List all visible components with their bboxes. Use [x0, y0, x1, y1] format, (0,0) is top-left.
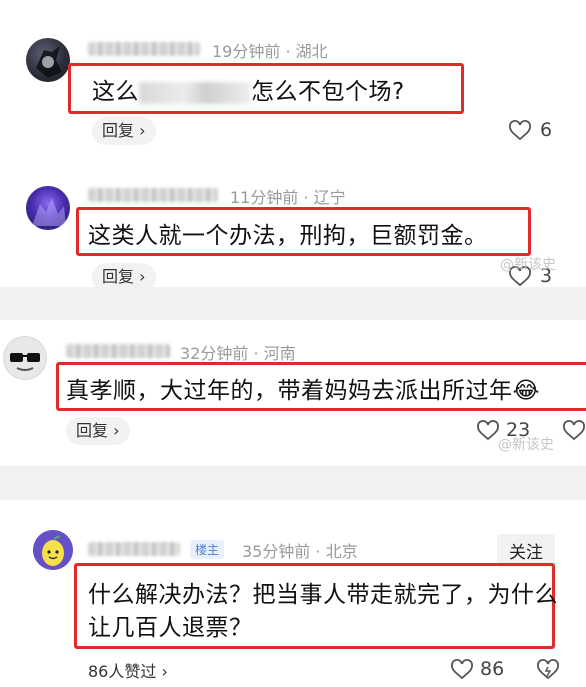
comment-text-line2: 让几百人退票？ — [88, 615, 253, 641]
location: 河南 — [263, 344, 296, 363]
dot-separator: · — [303, 188, 314, 207]
comment-meta: 32分钟前 · 河南 — [180, 340, 296, 364]
avatar[interactable] — [3, 336, 47, 380]
dislike-icon[interactable] — [562, 419, 586, 443]
heart-icon[interactable] — [450, 658, 474, 682]
comment-text-body: 真孝顺，大过年的，带着妈妈去派出所过年 — [66, 378, 513, 404]
comment-panel-top: 19分钟前 · 湖北 这么 怎么不包个场? 回复 › 6 11分钟前 · 辽宁 这… — [0, 0, 586, 287]
chevron-right-icon: › — [139, 267, 146, 286]
timestamp: 32分钟前 — [180, 344, 249, 363]
avatar[interactable] — [33, 530, 73, 570]
liked-by-label: 86人赞过 — [88, 662, 157, 681]
username-blurred[interactable] — [88, 542, 180, 556]
comment-text-start: 这么 — [92, 79, 139, 105]
reply-button[interactable]: 回复 › — [92, 117, 156, 145]
comment-meta: 11分钟前 · 辽宁 — [230, 184, 346, 208]
chevron-right-icon: › — [161, 662, 168, 681]
location: 湖北 — [295, 42, 328, 61]
lemon-avatar-icon — [33, 530, 73, 570]
watermark: @新该史 — [498, 437, 554, 453]
username-blurred[interactable] — [88, 188, 218, 202]
like-count: 6 — [540, 119, 553, 141]
timestamp: 19分钟前 — [212, 42, 281, 61]
dot-separator: · — [315, 542, 326, 561]
username-blurred[interactable] — [88, 42, 200, 56]
comment-text: 这类人就一个办法，刑拘，巨额罚金。 — [88, 223, 488, 249]
avatar[interactable] — [26, 186, 70, 230]
timestamp: 11分钟前 — [230, 188, 299, 207]
comment-panel-bottom: 楼主 35分钟前 · 北京 关注 什么解决办法？把当事人带走就完了，为什么 让几… — [0, 500, 586, 687]
reply-button[interactable]: 回复 › — [92, 263, 156, 287]
chevron-right-icon: › — [113, 421, 120, 440]
comment-text-line1: 什么解决办法？把当事人带走就完了，为什么 — [88, 582, 558, 608]
censor-blur — [139, 81, 251, 104]
comment-text: 这么 怎么不包个场? — [92, 72, 405, 106]
dot-separator: · — [285, 42, 296, 61]
dislike-icon[interactable] — [536, 658, 560, 682]
location: 北京 — [325, 542, 358, 561]
username-blurred[interactable] — [66, 344, 170, 358]
reply-button[interactable]: 回复 › — [66, 417, 130, 445]
reply-label: 回复 — [102, 121, 135, 140]
avatar-figure-icon — [36, 46, 62, 78]
reply-label: 回复 — [76, 421, 109, 440]
comment-panel-middle: 32分钟前 · 河南 真孝顺，大过年的，带着妈妈去派出所过年😂 回复 › 23 … — [0, 320, 586, 466]
heart-icon[interactable] — [476, 419, 500, 443]
like-count: 86 — [480, 658, 505, 680]
op-badge: 楼主 — [190, 540, 225, 559]
watermark: @新该史 — [500, 257, 556, 273]
dot-separator: · — [253, 344, 264, 363]
liked-by-link[interactable]: 86人赞过 › — [88, 658, 168, 682]
timestamp: 35分钟前 — [242, 542, 311, 561]
reply-label: 回复 — [102, 267, 135, 286]
comment-meta: 35分钟前 · 北京 — [242, 538, 358, 562]
avatar-figure-icon — [32, 198, 66, 226]
avatar[interactable] — [26, 38, 70, 82]
laughing-crying-emoji-icon: 😂 — [512, 378, 540, 404]
comment-text-end: 怎么不包个场? — [251, 79, 405, 105]
comment-meta: 19分钟前 · 湖北 — [212, 38, 328, 62]
avatar-glasses-icon — [4, 337, 46, 379]
comment-text: 真孝顺，大过年的，带着妈妈去派出所过年😂 — [66, 371, 540, 405]
heart-icon[interactable] — [508, 119, 532, 143]
location: 辽宁 — [313, 188, 346, 207]
chevron-right-icon: › — [139, 121, 146, 140]
